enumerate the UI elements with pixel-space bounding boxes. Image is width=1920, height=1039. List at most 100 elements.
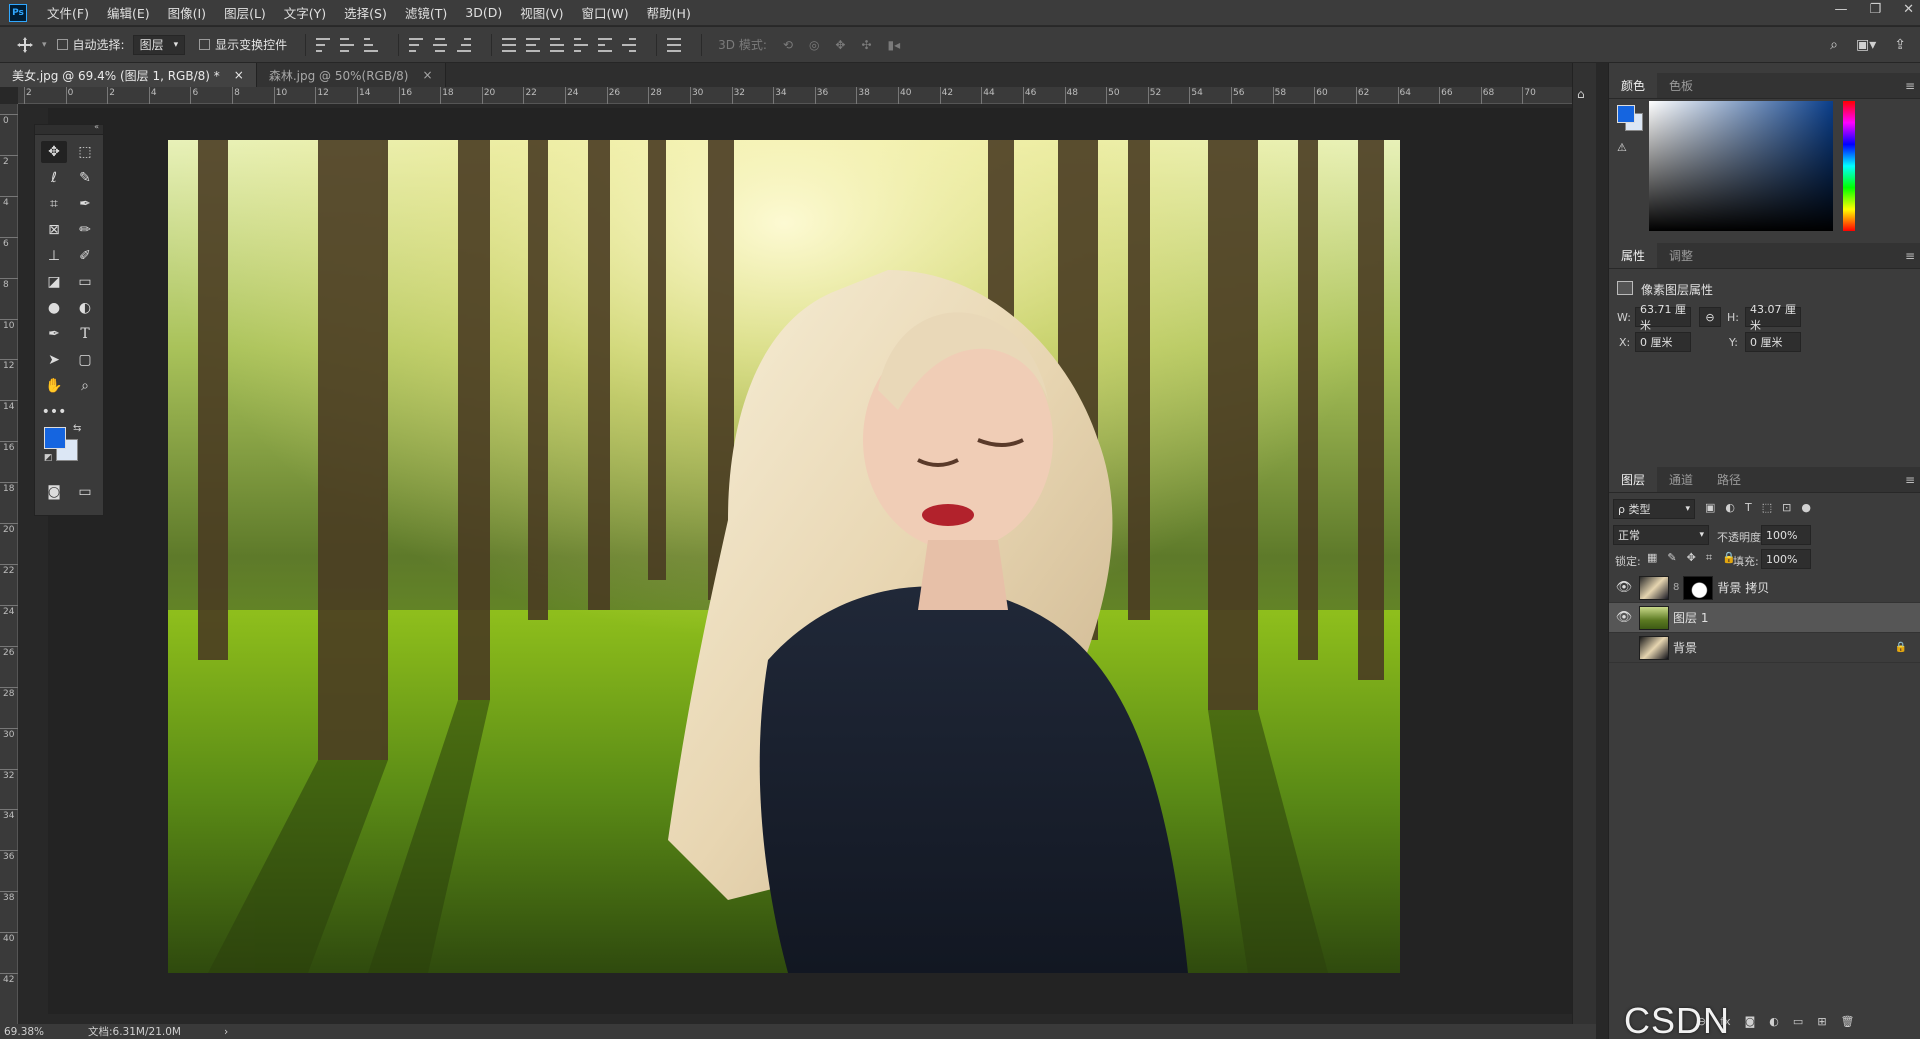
filter-adjustment-icon[interactable]: ◐: [1725, 501, 1735, 514]
align-right-icon[interactable]: [457, 37, 472, 52]
tab-document-meinv[interactable]: 美女.jpg @ 69.4% (图层 1, RGB/8) * ×: [0, 63, 257, 87]
height-field[interactable]: 43.07 厘米: [1745, 303, 1801, 332]
x-field[interactable]: 0 厘米: [1635, 332, 1691, 352]
foreground-color-swatch[interactable]: [44, 427, 66, 449]
distribute-right-icon[interactable]: [622, 37, 637, 52]
3d-scale-icon[interactable]: ▮◂: [888, 38, 901, 52]
filter-toggle-icon[interactable]: ●: [1801, 501, 1811, 514]
tab-properties[interactable]: 属性: [1609, 242, 1658, 268]
auto-select-dropdown[interactable]: 图层 ▾: [132, 34, 186, 55]
chevron-down-icon[interactable]: ▾: [42, 40, 47, 50]
show-transform-checkbox[interactable]: 显示变换控件: [199, 36, 287, 53]
menu-file[interactable]: 文件(F): [47, 3, 89, 22]
zoom-level[interactable]: 69.38%: [4, 1026, 88, 1038]
move-tool-preset-icon[interactable]: [14, 34, 36, 56]
quick-mask-icon[interactable]: ◙: [41, 481, 67, 503]
distribute-vcenter-icon[interactable]: [526, 37, 541, 52]
3d-slide-icon[interactable]: ✣: [861, 38, 871, 52]
align-top-icon[interactable]: [316, 37, 331, 52]
close-icon[interactable]: ×: [422, 68, 432, 82]
hand-tool-icon[interactable]: ✋: [41, 375, 67, 397]
default-colors-icon[interactable]: ◩: [44, 453, 53, 463]
width-field[interactable]: 63.71 厘米: [1635, 303, 1691, 332]
swap-colors-icon[interactable]: ⇆: [73, 423, 81, 434]
auto-align-icon[interactable]: [667, 37, 682, 52]
layer-row[interactable]: 👁 8 背景 拷贝: [1609, 573, 1920, 603]
search-icon[interactable]: ⌕: [1830, 37, 1838, 53]
gradient-tool-icon[interactable]: ▭: [72, 271, 98, 293]
menu-window[interactable]: 窗口(W): [582, 3, 629, 22]
restore-button[interactable]: ❐: [1869, 2, 1881, 17]
close-button[interactable]: ✕: [1903, 2, 1914, 17]
filter-smart-icon[interactable]: ⊡: [1782, 501, 1791, 514]
color-picker-field[interactable]: [1649, 101, 1833, 231]
color-panel-foreground[interactable]: [1617, 105, 1635, 123]
hue-slider[interactable]: [1843, 101, 1855, 231]
tab-color[interactable]: 颜色: [1609, 72, 1658, 98]
brush-tool-icon[interactable]: ✏: [72, 219, 98, 241]
eye-icon[interactable]: 👁: [1609, 580, 1639, 595]
menu-view[interactable]: 视图(V): [520, 3, 563, 22]
path-select-tool-icon[interactable]: ➤: [41, 349, 67, 371]
filter-shape-icon[interactable]: ⬚: [1762, 501, 1772, 514]
y-field[interactable]: 0 厘米: [1745, 332, 1801, 352]
status-menu-arrow[interactable]: ›: [224, 1026, 228, 1038]
panel-menu-icon[interactable]: ≡: [1905, 79, 1915, 93]
panel-menu-icon[interactable]: ≡: [1905, 249, 1915, 263]
frame-tool-icon[interactable]: ⊠: [41, 219, 67, 241]
tab-adjustments[interactable]: 调整: [1657, 242, 1705, 268]
lock-transparent-icon[interactable]: ▦: [1647, 551, 1657, 565]
menu-help[interactable]: 帮助(H): [647, 3, 691, 22]
distribute-hcenter-icon[interactable]: [598, 37, 613, 52]
menu-filter[interactable]: 滤镜(T): [405, 3, 447, 22]
vertical-ruler[interactable]: 0 2 4 6 8 10 12 14 16 18 20 22 24 26 28 30 32 34 36 38 40 42: [0, 104, 18, 1024]
3d-rotate-icon[interactable]: ⟲: [783, 38, 793, 52]
menu-edit[interactable]: 编辑(E): [107, 3, 150, 22]
quick-select-tool-icon[interactable]: ✎: [72, 167, 98, 189]
panel-menu-icon[interactable]: ≡: [1905, 473, 1915, 487]
lock-position-icon[interactable]: ✥: [1687, 551, 1696, 565]
history-panel-icon[interactable]: ⌂: [1577, 87, 1585, 101]
filter-type-icon[interactable]: T: [1745, 501, 1752, 514]
marquee-tool-icon[interactable]: ⬚: [72, 141, 98, 163]
share-icon[interactable]: ⇪: [1894, 37, 1906, 53]
lasso-tool-icon[interactable]: ℓ: [41, 167, 67, 189]
history-brush-tool-icon[interactable]: ✐: [72, 245, 98, 267]
tools-panel-header[interactable]: «: [35, 122, 103, 135]
tab-paths[interactable]: 路径: [1705, 466, 1753, 492]
pen-tool-icon[interactable]: ✒: [41, 323, 67, 345]
layer-filter-dropdown[interactable]: ρ 类型 ▾: [1613, 499, 1695, 519]
align-left-icon[interactable]: [409, 37, 424, 52]
layer-name[interactable]: 背景 拷贝: [1717, 579, 1769, 596]
3d-pan-icon[interactable]: ✥: [835, 38, 845, 52]
tab-channels[interactable]: 通道: [1657, 466, 1705, 492]
blur-tool-icon[interactable]: ●: [41, 297, 67, 319]
eyedropper-tool-icon[interactable]: ✒: [72, 193, 98, 215]
3d-roll-icon[interactable]: ◎: [809, 38, 819, 52]
align-vcenter-icon[interactable]: [340, 37, 355, 52]
layer-name[interactable]: 图层 1: [1673, 609, 1708, 626]
more-tools-icon[interactable]: •••: [41, 401, 67, 423]
link-dimensions-icon[interactable]: ⊖: [1699, 307, 1721, 327]
distribute-top-icon[interactable]: [502, 37, 517, 52]
lock-pixels-icon[interactable]: ✎: [1667, 551, 1676, 565]
filter-pixel-icon[interactable]: ▣: [1705, 501, 1715, 514]
align-hcenter-icon[interactable]: [433, 37, 448, 52]
eye-icon[interactable]: 👁: [1609, 610, 1639, 625]
menu-3d[interactable]: 3D(D): [465, 5, 502, 20]
minimize-button[interactable]: —: [1834, 2, 1847, 17]
photoshop-logo[interactable]: Ps: [9, 3, 27, 22]
horizontal-ruler[interactable]: 2 0 2 4 6 8 10 12 14 16 18 20 22 24 26 28 30 32 34 36 38 40 42…: [18, 87, 1596, 104]
workspace-icon[interactable]: ▣▾: [1856, 37, 1876, 53]
dodge-tool-icon[interactable]: ◐: [72, 297, 98, 319]
menu-type[interactable]: 文字(Y): [284, 3, 326, 22]
layer-mask-thumbnail[interactable]: [1683, 575, 1714, 600]
shape-tool-icon[interactable]: ▢: [72, 349, 98, 371]
close-icon[interactable]: ×: [234, 68, 244, 82]
collapse-icon[interactable]: «: [94, 122, 99, 131]
fill-field[interactable]: 100%: [1761, 549, 1811, 569]
distribute-bottom-icon[interactable]: [550, 37, 565, 52]
zoom-tool-icon[interactable]: ⌕: [72, 375, 98, 397]
eraser-tool-icon[interactable]: ◪: [41, 271, 67, 293]
menu-select[interactable]: 选择(S): [344, 3, 387, 22]
